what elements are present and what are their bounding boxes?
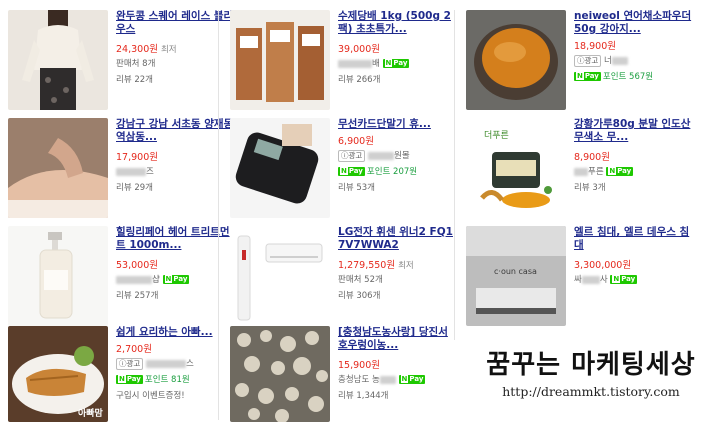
product-image-jerky[interactable]	[230, 10, 330, 110]
column-divider	[454, 10, 455, 340]
ad-badge: ⓘ광고	[574, 55, 602, 67]
product-title[interactable]: 힐링리페어 헤어 트리트먼트 1000m...	[116, 226, 234, 252]
product-price: 39,000원	[338, 44, 380, 55]
product-image-card-terminal[interactable]	[230, 118, 330, 218]
column-divider	[218, 10, 219, 420]
review-count[interactable]: 리뷰 29개	[116, 181, 234, 193]
seller-name[interactable]: ⓘ광고 너	[574, 54, 692, 67]
seller-name[interactable]: 푸른 N Pay	[574, 165, 692, 177]
product-title[interactable]: neiweol 연어채소파우더 50g 강아지...	[574, 10, 692, 36]
product-price: 1,279,550원 최저	[338, 260, 414, 271]
npay-badge: N Pay	[162, 275, 190, 284]
product-price: 6,900원	[338, 136, 374, 147]
point-info[interactable]: N Pay 포인트 81원	[116, 373, 234, 385]
seller-name[interactable]: 샵 N Pay	[116, 273, 234, 285]
product-title[interactable]: 무선카드단말기 휴...	[338, 118, 456, 131]
product-title[interactable]: 수제당배 1kg (500g 2팩) 초초특가...	[338, 10, 456, 36]
seller-name[interactable]: 배 N Pay	[338, 57, 456, 69]
product-price: 18,900원	[574, 41, 616, 52]
product-image-blouse[interactable]	[8, 10, 108, 110]
point-info[interactable]: N Pay 포인트 207원	[338, 165, 456, 177]
seller-name[interactable]: ⓘ광고 스	[116, 357, 234, 370]
npay-badge: N Pay	[574, 72, 601, 81]
product-price: 15,900원	[338, 360, 380, 371]
product-image-snail[interactable]	[230, 326, 330, 422]
product-title[interactable]: 강남구 강남 서초동 양재동 역삼동...	[116, 118, 234, 144]
product-title[interactable]: LG전자 휘센 위너2 FQ17V7WWA2	[338, 226, 456, 252]
seller-name[interactable]: 즈	[116, 165, 234, 177]
product-image-hair-treatment[interactable]	[8, 226, 108, 326]
product-image-bed[interactable]: c·oun casa	[466, 226, 566, 326]
review-count[interactable]: 리뷰 53개	[338, 181, 456, 193]
review-count[interactable]: 리뷰 22개	[116, 73, 234, 85]
ad-badge: ⓘ광고	[338, 150, 366, 162]
product-title[interactable]: 쉽게 요리하는 아빠...	[116, 326, 234, 339]
review-count[interactable]: 리뷰 257개	[116, 289, 234, 301]
npay-badge: N Pay	[610, 275, 638, 284]
product-price: 17,900원	[116, 152, 158, 163]
product-price: 53,000원	[116, 260, 158, 271]
seller-count[interactable]: 판매처 52개	[338, 273, 456, 285]
npay-badge: N Pay	[116, 375, 143, 384]
review-count[interactable]: 리뷰 1,344개	[338, 389, 456, 401]
review-count[interactable]: 리뷰 266개	[338, 73, 456, 85]
point-info[interactable]: N Pay 포인트 567원	[574, 70, 692, 82]
brand-title: 꿈꾸는 마케팅세상	[486, 350, 696, 380]
seller-name[interactable]: 충청남도 농 N Pay	[338, 373, 456, 385]
product-title[interactable]: 완두콩 스퀘어 레이스 블라우스	[116, 10, 234, 36]
event-info: 구입시 이벤트증정!	[116, 391, 185, 401]
product-price: 2,700원	[116, 344, 152, 355]
product-image-massage[interactable]	[8, 118, 108, 218]
review-count[interactable]: 리뷰 3개	[574, 181, 692, 193]
product-image-salmon-powder[interactable]	[466, 10, 566, 110]
bed-logo: c·oun casa	[494, 267, 537, 276]
product-image-air-conditioner[interactable]	[230, 226, 330, 326]
npay-badge: N Pay	[398, 375, 426, 384]
product-image-cutlet[interactable]: 아빠맘	[8, 326, 108, 422]
product-image-turmeric[interactable]: 더푸른	[466, 118, 566, 218]
ad-badge: ⓘ광고	[116, 358, 144, 370]
seller-name[interactable]: ⓘ광고 원몰	[338, 149, 456, 162]
seller-count[interactable]: 판매처 8개	[116, 57, 234, 69]
product-title[interactable]: [충청남도농사랑] 당진서호우렁이농...	[338, 326, 456, 352]
product-title[interactable]: 강황가루80g 분말 인도산 무색소 무...	[574, 118, 692, 144]
product-price: 3,300,000원	[574, 260, 632, 271]
turmeric-brand: 더푸른	[484, 130, 509, 141]
product-title[interactable]: 엘르 침대, 엘르 데우스 침대	[574, 226, 692, 252]
product-price: 24,300원 최저	[116, 44, 177, 55]
review-count[interactable]: 리뷰 306개	[338, 289, 456, 301]
npay-badge: N Pay	[382, 59, 410, 68]
brand-url: http://dreammkt.tistory.com	[502, 384, 680, 399]
npay-badge: N Pay	[606, 167, 634, 176]
npay-badge: N Pay	[338, 167, 365, 176]
seller-name[interactable]: 싸사 N Pay	[574, 273, 692, 285]
product-price: 8,900원	[574, 152, 610, 163]
cutlet-logo: 아빠맘	[78, 407, 104, 419]
